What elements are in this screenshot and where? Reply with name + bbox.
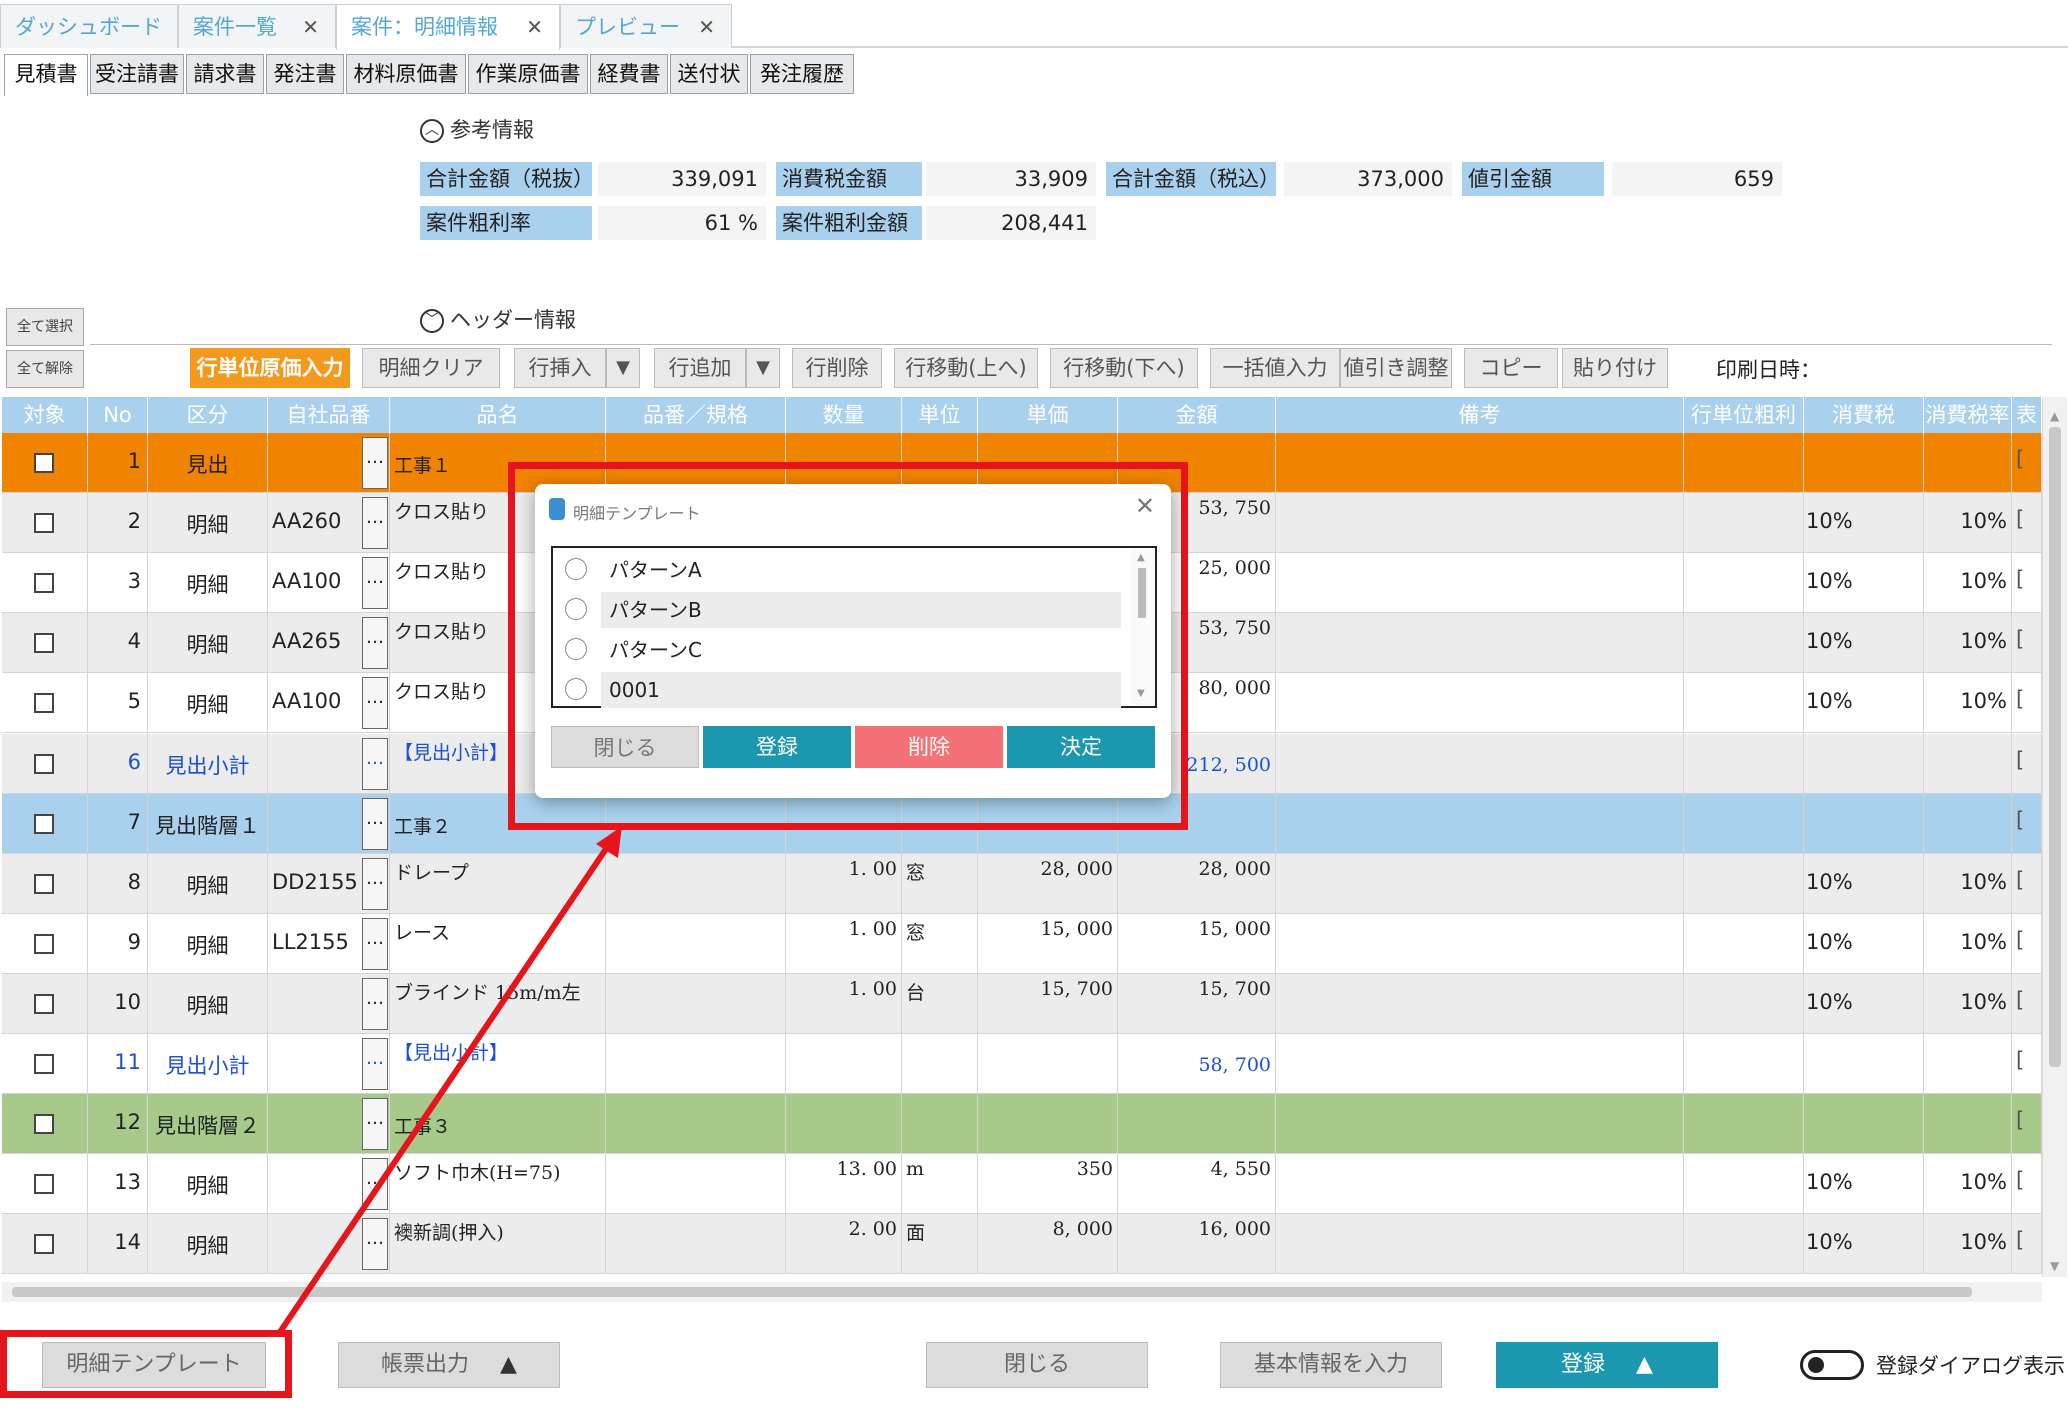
option-pattern-b[interactable]: パターンB xyxy=(601,592,1121,628)
arrow-line xyxy=(277,838,615,1334)
option-pattern-c[interactable]: パターンC xyxy=(601,632,1121,668)
scroll-down-icon[interactable]: ▼ xyxy=(1137,688,1145,699)
app-logo-icon xyxy=(549,498,565,520)
option-pattern-a[interactable]: パターンA xyxy=(601,552,1121,588)
radio-0001[interactable] xyxy=(565,678,587,700)
dialog-register-button[interactable]: 登録 xyxy=(703,726,851,768)
list-scrollbar[interactable]: ▲ ▼ xyxy=(1131,548,1155,706)
option-0001[interactable]: 0001 xyxy=(601,672,1121,708)
radio-pattern-a[interactable] xyxy=(565,558,587,580)
scroll-up-icon[interactable]: ▲ xyxy=(1137,552,1145,563)
template-list: パターンA パターンB パターンC 0001 ▲ ▼ xyxy=(551,546,1157,708)
scroll-thumb[interactable] xyxy=(1138,568,1146,618)
dialog-decide-button[interactable]: 決定 xyxy=(1007,726,1155,768)
dialog-delete-button[interactable]: 削除 xyxy=(855,726,1003,768)
detail-template-dialog: 明細テンプレート ✕ パターンA パターンB パターンC 0001 ▲ ▼ 閉じ… xyxy=(535,484,1171,798)
dialog-title: 明細テンプレート xyxy=(573,504,701,523)
radio-pattern-b[interactable] xyxy=(565,598,587,620)
radio-pattern-c[interactable] xyxy=(565,638,587,660)
close-icon[interactable]: ✕ xyxy=(1135,492,1155,520)
dialog-close-button[interactable]: 閉じる xyxy=(551,726,699,768)
